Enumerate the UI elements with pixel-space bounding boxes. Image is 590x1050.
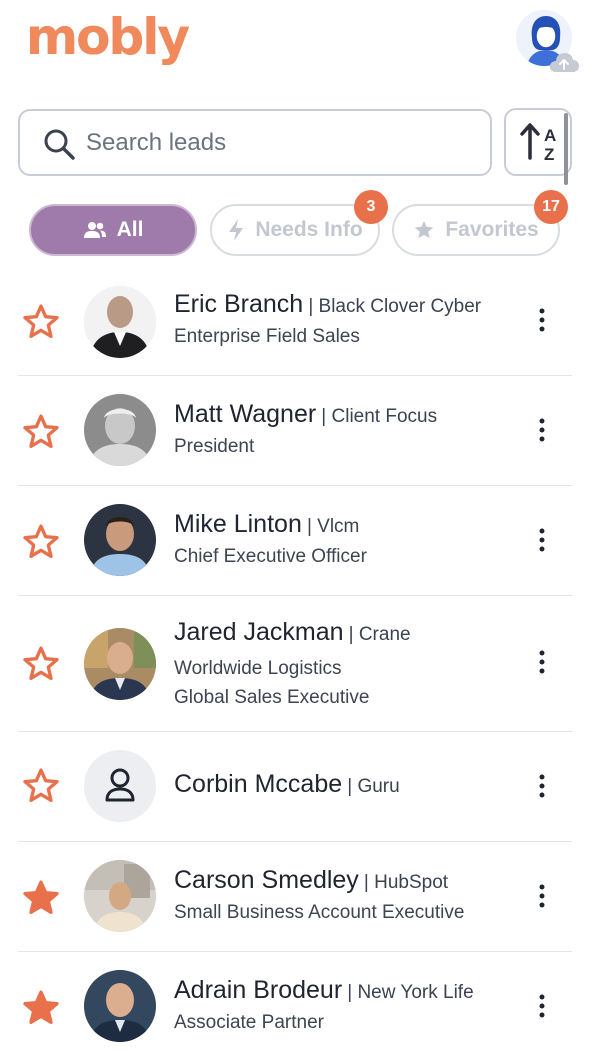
sort-alpha-icon: A Z [520, 123, 556, 164]
lead-title-line-1: Worldwide Logistics [174, 658, 342, 679]
lead-avatar [84, 860, 156, 932]
lead-row[interactable]: Jared Jackman | Crane Worldwide Logistic… [18, 596, 572, 732]
lead-name: Mike Linton [174, 510, 302, 538]
lead-company: | Client Focus [321, 406, 438, 427]
favorites-count-badge: 17 [534, 190, 568, 224]
filter-chips: All Needs Info 3 Favorites 17 [0, 190, 590, 256]
lead-title: Associate Partner [174, 1012, 324, 1033]
lead-row[interactable]: Mike Linton | Vlcm Chief Executive Offic… [18, 486, 572, 596]
lead-title: President [174, 436, 255, 457]
star-outline-icon[interactable] [20, 412, 62, 452]
filter-all-label: All [116, 218, 144, 241]
lead-avatar [84, 286, 156, 358]
lead-company: | Crane [348, 624, 411, 645]
star-outline-icon[interactable] [20, 522, 62, 562]
lead-title-line-2: Global Sales Executive [174, 687, 370, 708]
lead-name: Jared Jackman [174, 618, 344, 646]
scrollbar-thumb[interactable] [564, 113, 568, 185]
users-icon [83, 222, 106, 238]
lead-title: Chief Executive Officer [174, 546, 367, 567]
app-header: mobly [0, 0, 590, 90]
lead-avatar [84, 504, 156, 576]
user-outline-icon [84, 750, 156, 822]
sort-button[interactable]: A Z [504, 108, 572, 176]
lead-name: Adrain Brodeur [174, 976, 343, 1004]
lead-name: Matt Wagner [174, 400, 317, 428]
lead-company: | New York Life [347, 982, 474, 1003]
kebab-menu-icon[interactable] [534, 772, 550, 800]
lead-row[interactable]: Adrain Brodeur | New York Life Associate… [18, 952, 572, 1050]
kebab-menu-icon[interactable] [534, 526, 550, 554]
lead-avatar [84, 970, 156, 1042]
star-outline-icon[interactable] [20, 766, 62, 806]
search-input[interactable] [86, 125, 476, 161]
star-filled-icon[interactable] [20, 878, 62, 918]
needs-info-count-badge: 3 [354, 190, 388, 224]
filter-all-chip[interactable]: All [29, 204, 197, 256]
lead-name: Corbin Mccabe [174, 770, 343, 798]
filter-needs-info-label: Needs Info [255, 218, 363, 241]
lead-company: | Vlcm [306, 516, 360, 537]
star-outline-icon[interactable] [20, 644, 62, 684]
lead-row[interactable]: Eric Branch | Black Clover Cyber Enterpr… [18, 266, 572, 376]
star-icon [415, 220, 434, 239]
svg-text:A: A [544, 126, 556, 145]
lead-avatar [84, 394, 156, 466]
lead-title: Enterprise Field Sales [174, 326, 360, 347]
lead-company: | Guru [347, 776, 400, 797]
star-filled-icon[interactable] [20, 988, 62, 1028]
star-outline-icon[interactable] [20, 302, 62, 342]
bolt-icon [229, 219, 244, 241]
lead-company: | HubSpot [363, 872, 449, 893]
leads-list: Eric Branch | Black Clover Cyber Enterpr… [0, 266, 590, 1050]
lead-name: Carson Smedley [174, 866, 359, 894]
lead-title: Small Business Account Executive [174, 902, 465, 923]
search-bar [18, 109, 492, 176]
lead-avatar [84, 628, 156, 700]
lead-avatar-placeholder [84, 750, 156, 822]
kebab-menu-icon[interactable] [534, 992, 550, 1020]
svg-text:Z: Z [544, 145, 554, 164]
kebab-menu-icon[interactable] [534, 306, 550, 334]
lead-row[interactable]: Carson Smedley | HubSpot Small Business … [18, 842, 572, 952]
mobly-logo: mobly [26, 8, 190, 66]
filter-favorites-label: Favorites [445, 218, 539, 241]
lead-name: Eric Branch [174, 290, 304, 318]
lead-row[interactable]: Matt Wagner | Client Focus President [18, 376, 572, 486]
cloud-upload-icon[interactable] [548, 50, 580, 74]
kebab-menu-icon[interactable] [534, 648, 550, 676]
lead-company: | Black Clover Cyber [308, 296, 482, 317]
kebab-menu-icon[interactable] [534, 882, 550, 910]
kebab-menu-icon[interactable] [534, 416, 550, 444]
lead-row[interactable]: Corbin Mccabe | Guru [18, 732, 572, 842]
search-icon [44, 129, 75, 160]
